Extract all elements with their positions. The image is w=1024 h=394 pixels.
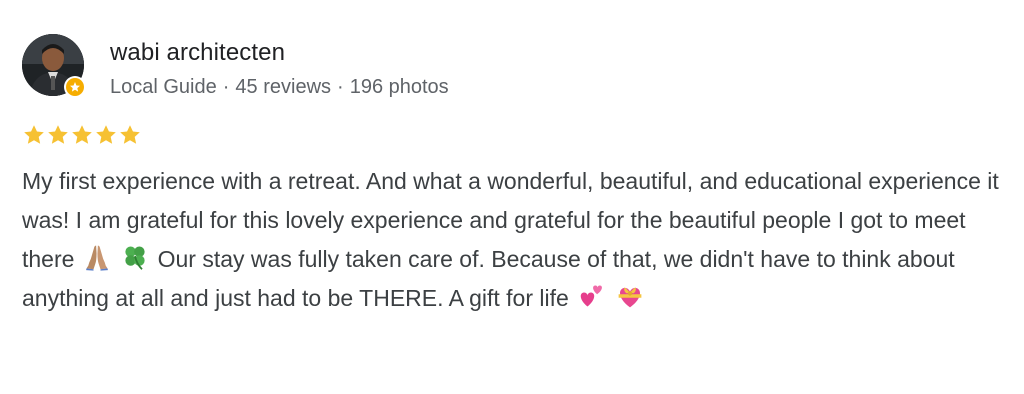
star-icon	[24, 125, 44, 144]
heart-with-ribbon-icon	[618, 287, 641, 308]
four-leaf-clover-icon	[125, 246, 145, 270]
star-icon	[48, 125, 68, 144]
review-text: My first experience with a retreat. And …	[22, 162, 1007, 318]
star-icon	[96, 125, 116, 144]
author-review-count: 45 reviews	[235, 76, 332, 98]
local-guide-star-icon	[66, 78, 84, 96]
meta-separator: ·	[337, 76, 344, 98]
star-rating	[22, 120, 1012, 150]
author-info: wabi architecten Local Guide · 45 review…	[110, 38, 449, 100]
review-card: wabi architecten Local Guide · 45 review…	[22, 34, 1012, 318]
author-avatar-container[interactable]	[22, 34, 86, 98]
author-badge-label: Local Guide	[110, 76, 217, 98]
review-text-part-2: Our stay was fully taken care of. Becaus…	[22, 246, 955, 311]
local-guide-badge	[64, 76, 86, 98]
star-icon	[72, 125, 92, 144]
two-hearts-icon	[580, 285, 603, 307]
author-meta: Local Guide · 45 reviews · 196 photos	[110, 74, 449, 100]
star-icon	[120, 125, 140, 144]
folded-hands-icon	[85, 245, 108, 271]
meta-separator: ·	[222, 76, 230, 98]
author-name[interactable]: wabi architecten	[110, 38, 449, 68]
review-header: wabi architecten Local Guide · 45 review…	[22, 34, 1012, 104]
author-photo-count: 196 photos	[349, 76, 449, 98]
